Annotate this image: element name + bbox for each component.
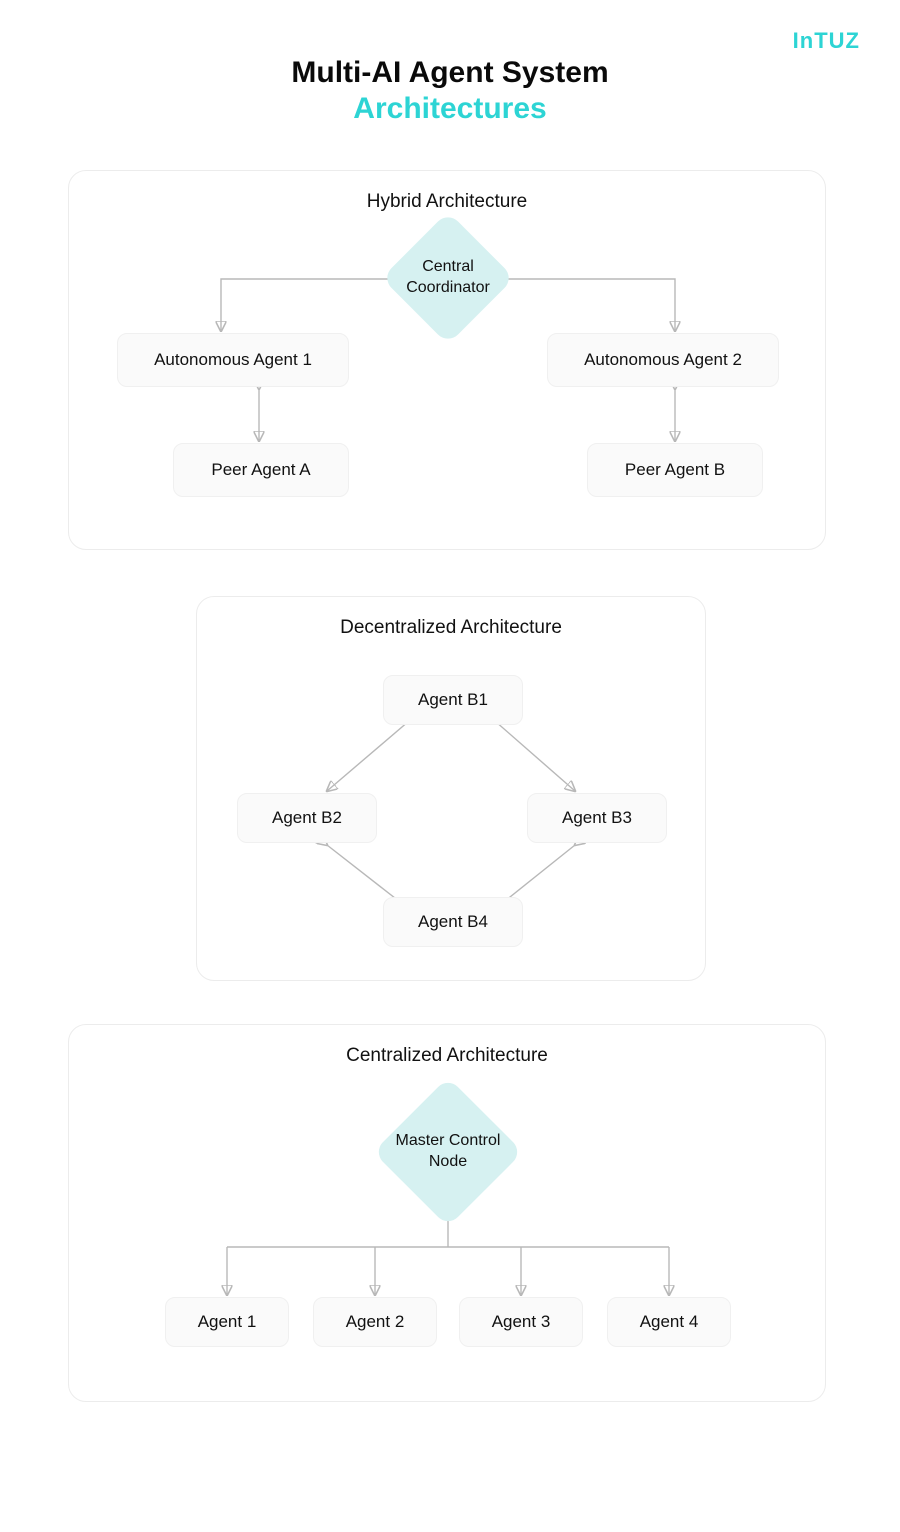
autonomous-agent-1-label: Autonomous Agent 1 xyxy=(154,349,312,371)
peer-agent-a-node: Peer Agent A xyxy=(173,443,349,497)
master-control-node: Master Control Node xyxy=(395,1099,501,1205)
autonomous-agent-2-node: Autonomous Agent 2 xyxy=(547,333,779,387)
page-title: Multi-AI Agent System Architectures xyxy=(0,0,900,126)
decentralized-panel: Decentralized Architecture Agent B1 Agen… xyxy=(196,596,706,981)
agent-b1-label: Agent B1 xyxy=(418,689,488,711)
agent-4-node: Agent 4 xyxy=(607,1297,731,1347)
decentralized-title: Decentralized Architecture xyxy=(197,617,705,639)
agent-3-node: Agent 3 xyxy=(459,1297,583,1347)
agent-2-node: Agent 2 xyxy=(313,1297,437,1347)
agent-b2-label: Agent B2 xyxy=(272,807,342,829)
agent-b1-node: Agent B1 xyxy=(383,675,523,725)
agent-3-label: Agent 3 xyxy=(492,1311,551,1333)
centralized-panel: Centralized Architecture Master Control … xyxy=(68,1024,826,1402)
agent-4-label: Agent 4 xyxy=(640,1311,699,1333)
title-line2: Architectures xyxy=(0,92,900,126)
title-line1: Multi-AI Agent System xyxy=(0,56,900,90)
peer-agent-b-node: Peer Agent B xyxy=(587,443,763,497)
agent-b4-node: Agent B4 xyxy=(383,897,523,947)
agent-1-node: Agent 1 xyxy=(165,1297,289,1347)
agent-b3-label: Agent B3 xyxy=(562,807,632,829)
hybrid-title: Hybrid Architecture xyxy=(69,191,825,213)
agent-1-label: Agent 1 xyxy=(198,1311,257,1333)
centralized-title: Centralized Architecture xyxy=(69,1045,825,1067)
peer-agent-b-label: Peer Agent B xyxy=(625,459,725,481)
master-control-label: Master Control Node xyxy=(395,1131,501,1173)
central-coordinator-node: Central Coordinator xyxy=(401,231,495,325)
agent-b3-node: Agent B3 xyxy=(527,793,667,843)
autonomous-agent-2-label: Autonomous Agent 2 xyxy=(584,349,742,371)
agent-b4-label: Agent B4 xyxy=(418,911,488,933)
agent-b2-node: Agent B2 xyxy=(237,793,377,843)
autonomous-agent-1-node: Autonomous Agent 1 xyxy=(117,333,349,387)
peer-agent-a-label: Peer Agent A xyxy=(211,459,310,481)
hybrid-panel: Hybrid Architecture Central Coordinator … xyxy=(68,170,826,550)
agent-2-label: Agent 2 xyxy=(346,1311,405,1333)
central-coordinator-label: Central Coordinator xyxy=(401,257,495,299)
brand-logo: InTUZ xyxy=(793,28,860,54)
